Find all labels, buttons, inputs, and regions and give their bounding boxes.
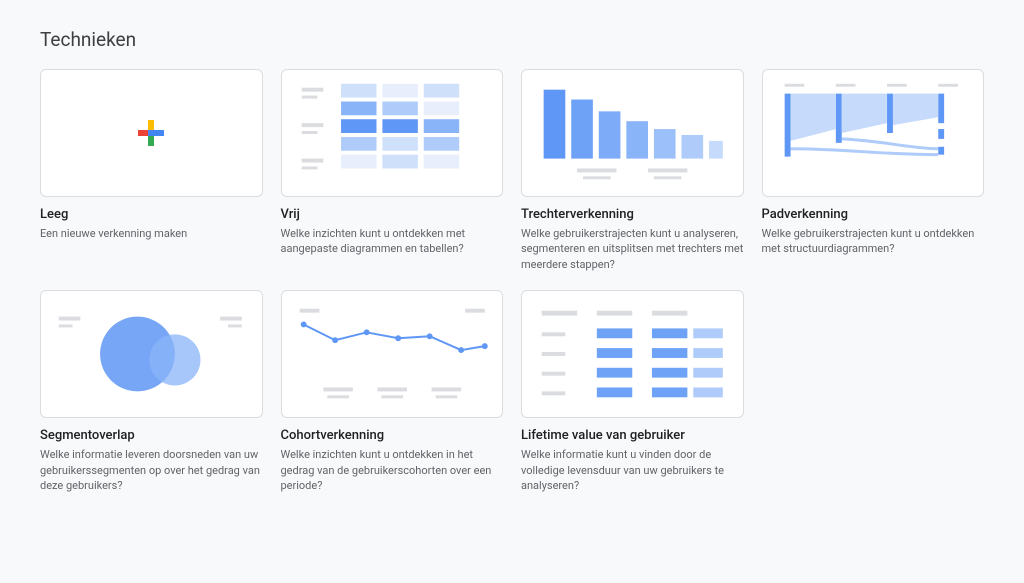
card-title: Cohortverkenning bbox=[281, 428, 504, 443]
thumb-path bbox=[762, 69, 985, 197]
card-desc: Welke informatie kunt u vinden door de v… bbox=[521, 447, 744, 493]
thumb-ltv bbox=[521, 290, 744, 418]
thumb-funnel bbox=[521, 69, 744, 197]
card-title: Trechterverkenning bbox=[521, 207, 744, 222]
card-desc: Een nieuwe verkenning maken bbox=[40, 226, 263, 241]
technique-grid: Leeg Een nieuwe verkenning maken V bbox=[40, 69, 984, 493]
card-freeform[interactable]: Vrij Welke inzichten kunt u ontdekken me… bbox=[281, 69, 504, 272]
card-title: Segmentoverlap bbox=[40, 428, 263, 443]
thumb-blank bbox=[40, 69, 263, 197]
card-blank[interactable]: Leeg Een nieuwe verkenning maken bbox=[40, 69, 263, 272]
card-desc: Welke inzichten kunt u ontdekken in het … bbox=[281, 447, 504, 493]
card-segment-overlap[interactable]: Segmentoverlap Welke informatie leveren … bbox=[40, 290, 263, 493]
card-ltv[interactable]: Lifetime value van gebruiker Welke infor… bbox=[521, 290, 744, 493]
card-desc: Welke inzichten kunt u ontdekken met aan… bbox=[281, 226, 504, 257]
section-title: Technieken bbox=[40, 28, 984, 51]
card-desc: Welke gebruikerstrajecten kunt u analyse… bbox=[521, 226, 744, 272]
thumb-cohort bbox=[281, 290, 504, 418]
thumb-freeform bbox=[281, 69, 504, 197]
card-title: Lifetime value van gebruiker bbox=[521, 428, 744, 443]
card-desc: Welke informatie leveren doorsneden van … bbox=[40, 447, 263, 493]
card-cohort[interactable]: Cohortverkenning Welke inzichten kunt u … bbox=[281, 290, 504, 493]
plus-icon bbox=[138, 120, 164, 146]
card-path[interactable]: Padverkenning Welke gebruikerstrajecten … bbox=[762, 69, 985, 272]
card-title: Leeg bbox=[40, 207, 263, 222]
card-funnel[interactable]: Trechterverkenning Welke gebruikerstraje… bbox=[521, 69, 744, 272]
thumb-segment-overlap bbox=[40, 290, 263, 418]
card-desc: Welke gebruikerstrajecten kunt u ontdekk… bbox=[762, 226, 985, 257]
card-title: Vrij bbox=[281, 207, 504, 222]
card-title: Padverkenning bbox=[762, 207, 985, 222]
